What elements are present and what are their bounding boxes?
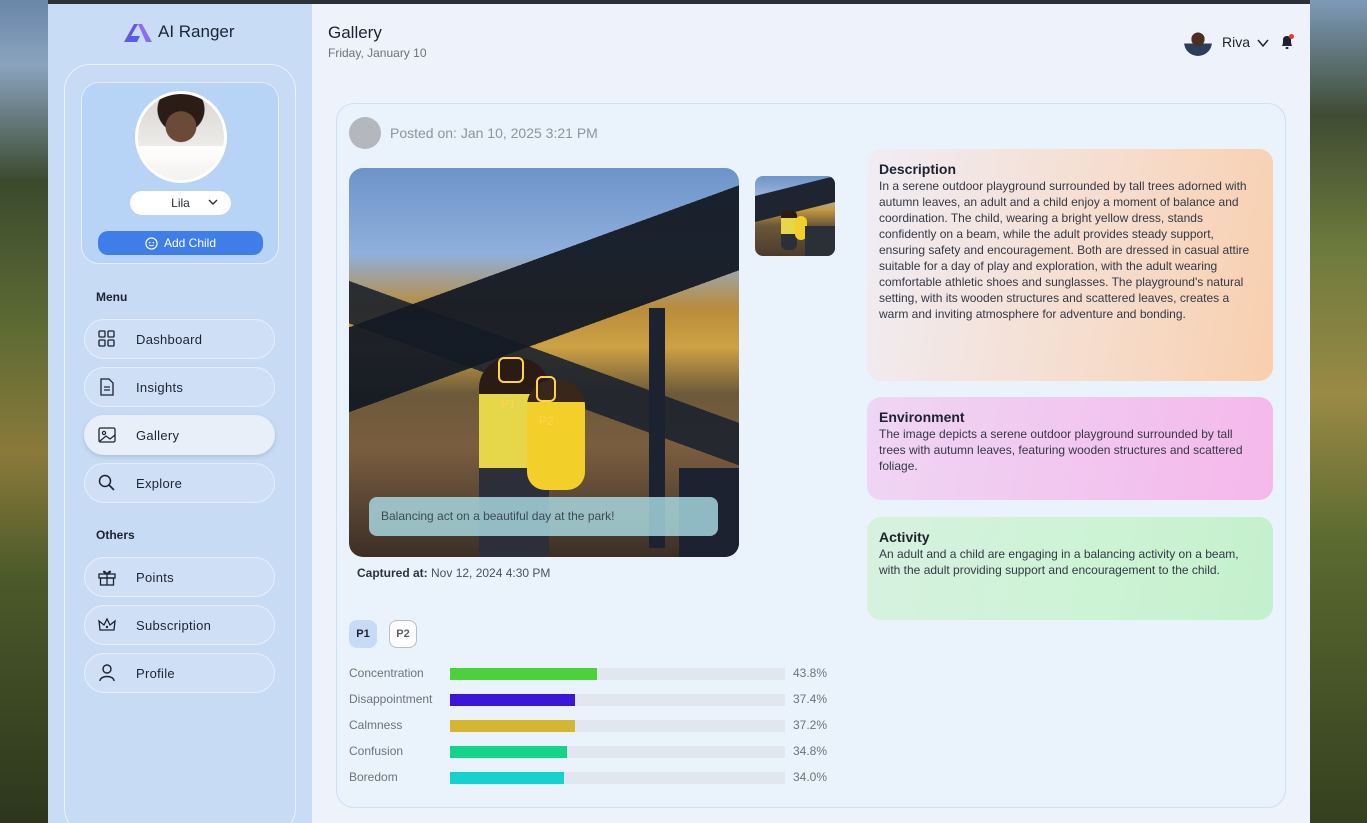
app-window: AI Ranger Lila Add Child Menu Dashboard	[48, 4, 1310, 823]
sidebar-item-points[interactable]: Points	[84, 557, 275, 597]
description-card: Description In a serene outdoor playgrou…	[867, 149, 1273, 381]
search-icon	[98, 474, 115, 491]
emotion-value: 34.8%	[793, 744, 828, 758]
page-title: Gallery	[328, 23, 382, 42]
emotion-name: Disappointment	[349, 692, 433, 706]
face-box-p1[interactable]	[498, 357, 524, 383]
emotion-name: Concentration	[349, 666, 424, 680]
sidebar-item-label: Gallery	[136, 428, 180, 443]
person-tab-p2[interactable]: P2	[389, 620, 417, 648]
emotion-name: Boredom	[349, 770, 398, 784]
face-tag-p2: P2	[539, 414, 554, 428]
activity-title: Activity	[879, 529, 930, 545]
main-photo[interactable]: P1 P2 Balancing act on a beautiful day a…	[349, 168, 739, 557]
sidebar-item-label: Points	[136, 570, 174, 585]
desktop-wallpaper-left	[0, 0, 48, 823]
image-icon	[98, 427, 116, 443]
activity-body: An adult and a child are engaging in a b…	[879, 547, 1239, 577]
photo-thumbnail[interactable]	[755, 176, 835, 256]
emotion-track	[450, 694, 785, 706]
person-tabs: P1 P2	[349, 620, 417, 648]
chevron-down-icon	[208, 199, 218, 205]
emotion-track	[450, 772, 785, 784]
emotion-row: Disappointment 37.4%	[349, 692, 829, 708]
post-card: Posted on: Jan 10, 2025 3:21 PM P1 P2 Ba…	[336, 103, 1286, 808]
sidebar: AI Ranger Lila Add Child Menu Dashboard	[48, 4, 312, 823]
emotion-track	[450, 746, 785, 758]
sidebar-item-profile[interactable]: Profile	[84, 653, 275, 693]
sidebar-item-subscription[interactable]: Subscription	[84, 605, 275, 645]
grid-icon	[98, 330, 115, 347]
user-icon	[99, 664, 115, 682]
emotion-row: Confusion 34.8%	[349, 744, 829, 760]
page-date: Friday, January 10	[328, 46, 427, 60]
thumb-structure	[805, 226, 835, 256]
photo-caption: Balancing act on a beautiful day at the …	[369, 497, 718, 536]
emotion-name: Confusion	[349, 744, 404, 758]
captured-label: Captured at:	[357, 566, 428, 580]
emotion-fill-bar	[450, 746, 567, 758]
captured-at: Captured at: Nov 12, 2024 4:30 PM	[357, 566, 550, 580]
desktop-wallpaper-right	[1310, 0, 1367, 823]
poster-avatar	[349, 117, 381, 149]
bell-icon[interactable]	[1280, 34, 1295, 50]
sidebar-item-gallery[interactable]: Gallery	[84, 415, 275, 455]
emotion-fill-bar	[450, 694, 576, 706]
child-name: Lila	[171, 196, 190, 210]
user-name[interactable]: Riva	[1222, 34, 1250, 50]
add-child-button[interactable]: Add Child	[98, 231, 263, 255]
activity-card: Activity An adult and a child are engagi…	[867, 517, 1273, 620]
environment-body: The image depicts a serene outdoor playg…	[879, 427, 1243, 473]
emotion-value: 34.0%	[793, 770, 828, 784]
user-avatar[interactable]	[1184, 28, 1212, 56]
emotion-track	[450, 668, 785, 680]
sidebar-item-label: Subscription	[136, 618, 212, 633]
sidebar-item-dashboard[interactable]: Dashboard	[84, 319, 275, 359]
emotion-track	[450, 720, 785, 732]
ai-ranger-logo-icon	[124, 24, 152, 42]
sidebar-item-insights[interactable]: Insights	[84, 367, 275, 407]
emotion-name: Calmness	[349, 718, 403, 732]
sidebar-item-label: Dashboard	[136, 332, 203, 347]
emotion-row: Boredom 34.0%	[349, 770, 829, 786]
description-title: Description	[879, 161, 957, 177]
emotion-value: 37.4%	[793, 692, 828, 706]
captured-value: Nov 12, 2024 4:30 PM	[431, 566, 551, 580]
notification-dot	[1289, 34, 1295, 39]
document-icon	[100, 378, 114, 396]
gift-icon	[98, 570, 116, 586]
emotion-fill-bar	[450, 668, 597, 680]
brand-name: AI Ranger	[158, 22, 235, 41]
menu-heading: Menu	[96, 290, 128, 304]
user-menu[interactable]: Riva	[1184, 28, 1295, 56]
smile-icon	[145, 236, 158, 250]
child-avatar[interactable]	[135, 91, 227, 183]
emotion-value: 37.2%	[793, 718, 828, 732]
crown-icon	[98, 617, 116, 631]
child-selector[interactable]: Lila	[130, 191, 231, 215]
emotion-fill-bar	[450, 720, 575, 732]
emotion-row: Calmness 37.2%	[349, 718, 829, 734]
emotion-fill-bar	[450, 772, 564, 784]
add-child-label: Add Child	[163, 236, 217, 250]
chevron-down-icon[interactable]	[1256, 37, 1270, 49]
brand[interactable]: AI Ranger	[124, 22, 235, 42]
child-profile-card: Lila Add Child	[81, 82, 279, 264]
face-box-p2[interactable]	[536, 376, 556, 402]
sidebar-item-label: Insights	[136, 380, 184, 395]
others-heading: Others	[96, 528, 135, 542]
person-tab-p1[interactable]: P1	[349, 620, 377, 648]
environment-title: Environment	[879, 409, 965, 425]
description-body: In a serene outdoor playground surrounde…	[879, 179, 1250, 321]
environment-card: Environment The image depicts a serene o…	[867, 397, 1273, 500]
emotion-value: 43.8%	[793, 666, 828, 680]
emotion-row: Concentration 43.8%	[349, 666, 829, 682]
posted-on: Posted on: Jan 10, 2025 3:21 PM	[390, 125, 598, 141]
sidebar-item-label: Profile	[136, 666, 175, 681]
face-tag-p1: P1	[501, 397, 516, 411]
sidebar-item-label: Explore	[136, 476, 183, 491]
sidebar-item-explore[interactable]: Explore	[84, 463, 275, 503]
